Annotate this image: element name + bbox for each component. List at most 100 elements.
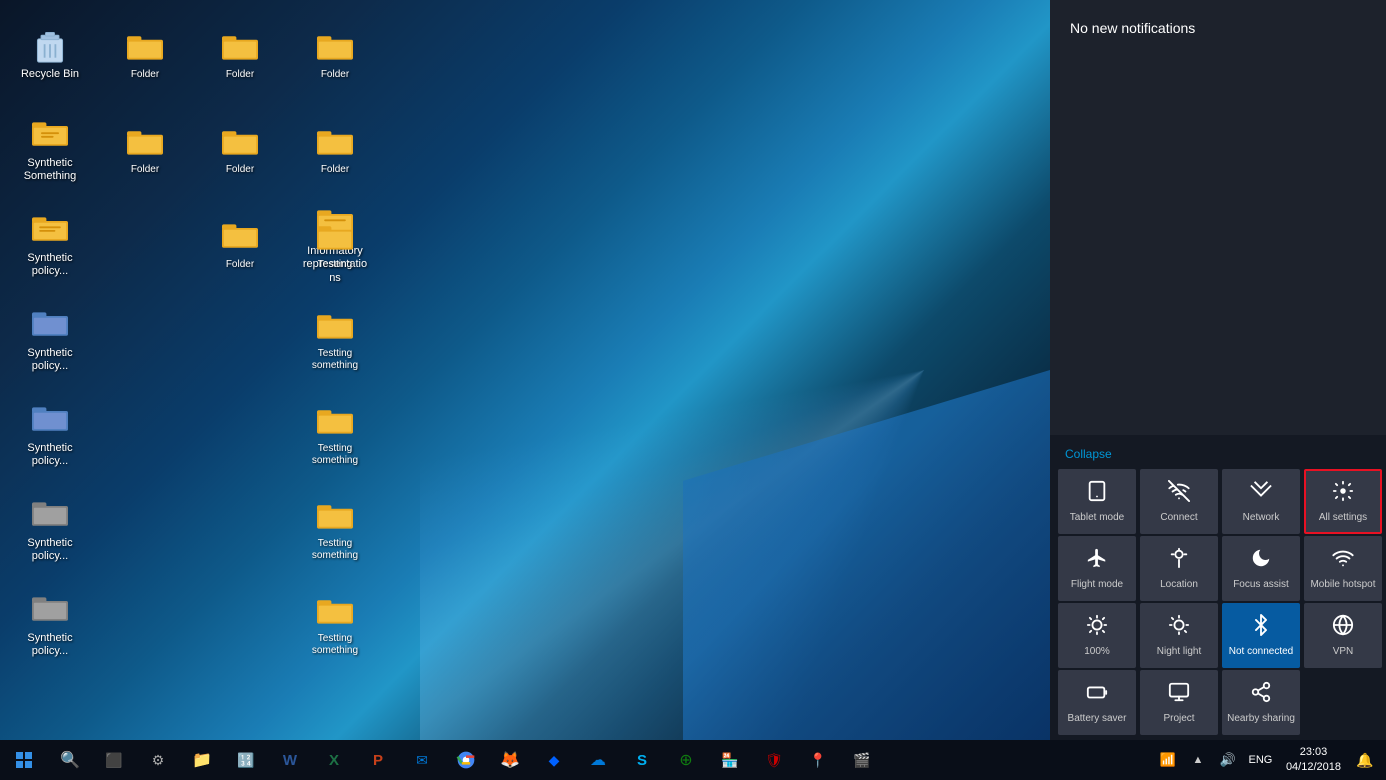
ac-tile-focus-assist[interactable]: Focus assist	[1222, 536, 1300, 601]
folder-label-10: Testting something	[300, 633, 370, 657]
ac-tile-brightness[interactable]: 100%	[1058, 603, 1136, 668]
taskbar-task-view-button[interactable]: ⬛	[92, 740, 136, 780]
ac-tile-connect-label: Connect	[1160, 512, 1197, 524]
folder-doc-label-1: Synthetic Something	[15, 157, 85, 183]
tray-network-icon[interactable]: 📶	[1153, 740, 1183, 780]
taskbar-firefox-button[interactable]: 🦊	[488, 740, 532, 780]
ac-tile-project[interactable]: Project	[1140, 670, 1218, 735]
ac-tile-bluetooth[interactable]: Not connected	[1222, 603, 1300, 668]
folder-label-4: Folder	[131, 164, 159, 176]
folder-doc-label-8: Synthetic policy...	[15, 632, 85, 658]
taskbar-maps-button[interactable]: 📍	[796, 740, 840, 780]
folder-icon-1[interactable]: Folder	[105, 10, 185, 100]
taskbar-word-button[interactable]: W	[268, 740, 312, 780]
folder-icon-9[interactable]: Testting something	[295, 485, 375, 575]
folder-label-6: Folder	[321, 164, 349, 176]
ac-tile-flight-mode[interactable]: Flight mode	[1058, 536, 1136, 601]
ac-tile-night-light[interactable]: Night light	[1140, 603, 1218, 668]
folder-doc-icon-1[interactable]: Synthetic Something	[10, 105, 90, 195]
taskbar-system-tray: 📶 ▲ 🔊 ENG 23:03 04/12/2018 🔔	[1153, 740, 1386, 780]
ac-tile-project-label: Project	[1163, 713, 1194, 725]
ac-tile-all-settings[interactable]: All settings	[1304, 469, 1382, 534]
ac-tile-mobile-hotspot[interactable]: Mobile hotspot	[1304, 536, 1382, 601]
tray-expand-icon[interactable]: ▲	[1183, 740, 1213, 780]
ac-tile-empty	[1304, 670, 1382, 735]
folder-icon-3[interactable]: Folder	[295, 10, 375, 100]
folder-icon-7[interactable]: Testting something	[295, 295, 375, 385]
taskbar-onedrive-button[interactable]: ☁	[576, 740, 620, 780]
folder-doc-label-2: Synthetic policy...	[15, 252, 85, 278]
folder-icon-2[interactable]: Folder	[200, 10, 280, 100]
folder-icon-4[interactable]: Folder	[105, 105, 185, 195]
chrome-icon	[456, 750, 476, 770]
desktop-icons-container: Recycle Bin Folder Folder Folder	[0, 0, 500, 740]
focus-assist-icon	[1250, 547, 1272, 575]
folder-label-5: Folder	[226, 164, 254, 176]
ac-tile-network[interactable]: Network	[1222, 469, 1300, 534]
taskbar-skype-button[interactable]: S	[620, 740, 664, 780]
project-icon	[1168, 681, 1190, 709]
taskbar-notification-icon[interactable]: 🔔	[1349, 740, 1381, 780]
taskbar-media-button[interactable]: 🎬	[840, 740, 884, 780]
ac-tile-network-label: Network	[1243, 512, 1280, 524]
taskbar-explorer-button[interactable]: 📁	[180, 740, 224, 780]
folder-icon-5[interactable]: Folder	[200, 105, 280, 195]
taskbar-xbox-button[interactable]: ⊕	[664, 740, 708, 780]
ac-notifications-area: No new notifications	[1050, 0, 1386, 435]
ac-tile-mobile-hotspot-label: Mobile hotspot	[1310, 579, 1375, 591]
brightness-icon	[1086, 614, 1108, 642]
taskbar-powerpoint-button[interactable]: P	[356, 740, 400, 780]
taskbar-calculator-button[interactable]: 🔢	[224, 740, 268, 780]
folder-doc-icon-2[interactable]: Synthetic policy...	[10, 200, 90, 290]
tablet-mode-icon	[1086, 480, 1108, 508]
ac-tile-location-label: Location	[1160, 579, 1198, 591]
ac-tile-battery-saver-label: Battery saver	[1068, 713, 1127, 725]
recycle-bin-icon[interactable]: Recycle Bin	[10, 10, 90, 100]
vpn-icon	[1332, 614, 1354, 642]
ac-tile-connect[interactable]: Connect	[1140, 469, 1218, 534]
taskbar-excel-button[interactable]: X	[312, 740, 356, 780]
folder-icon-10[interactable]: Testting something	[295, 580, 375, 670]
battery-saver-icon	[1086, 681, 1108, 709]
taskbar-clock[interactable]: 23:03 04/12/2018	[1278, 740, 1349, 780]
connect-icon	[1168, 480, 1190, 508]
folder-icon-6[interactable]: Folder	[295, 105, 375, 195]
ac-collapse-button[interactable]: Collapse	[1050, 443, 1386, 469]
ac-tile-location[interactable]: Location	[1140, 536, 1218, 601]
taskbar-dropbox-button[interactable]: ◆	[532, 740, 576, 780]
taskbar-chrome-button[interactable]	[444, 740, 488, 780]
ac-no-notifications-text: No new notifications	[1070, 20, 1366, 36]
location-icon	[1168, 547, 1190, 575]
taskbar-search-button[interactable]: 🔍	[48, 740, 92, 780]
taskbar-store-button[interactable]: 🏪	[708, 740, 752, 780]
folder-label-2: Folder	[226, 69, 254, 81]
folder-doc-label-6: Synthetic policy...	[15, 442, 85, 468]
mobile-hotspot-icon	[1332, 547, 1354, 575]
taskbar-antivirus-button[interactable]: 🛡	[752, 740, 796, 780]
folder-doc-icon-6[interactable]: Synthetic policy...	[10, 390, 90, 480]
ac-tile-tablet-mode[interactable]: Tablet mode	[1058, 469, 1136, 534]
taskbar-mail-button[interactable]: ✉	[400, 740, 444, 780]
ac-tile-nearby-sharing[interactable]: Nearby sharing	[1222, 670, 1300, 735]
folder-doc-icon-5[interactable]: Synthetic policy...	[10, 295, 90, 385]
taskbar-time: 23:03	[1300, 745, 1328, 760]
ac-tile-bluetooth-label: Not connected	[1229, 646, 1294, 658]
tray-language-label[interactable]: ENG	[1243, 740, 1278, 780]
taskbar-settings-button[interactable]: ⚙	[136, 740, 180, 780]
folder-label-8: Testting something	[300, 443, 370, 467]
folder-doc-icon-8[interactable]: Synthetic policy...	[10, 580, 90, 670]
flight-mode-icon	[1086, 547, 1108, 575]
folder-icon-8[interactable]: Testting something	[295, 390, 375, 480]
ac-tile-focus-assist-label: Focus assist	[1233, 579, 1289, 591]
ac-tile-battery-saver[interactable]: Battery saver	[1058, 670, 1136, 735]
ac-tile-brightness-label: 100%	[1084, 646, 1110, 658]
start-button[interactable]	[0, 740, 48, 780]
folder-doc-icon-3[interactable]: Folder	[200, 200, 280, 290]
tray-volume-icon[interactable]: 🔊	[1213, 740, 1243, 780]
nearby-sharing-icon	[1250, 681, 1272, 709]
ac-tile-vpn[interactable]: VPN	[1304, 603, 1382, 668]
folder-label-7: Testting something	[300, 348, 370, 372]
ac-tile-all-settings-label: All settings	[1319, 512, 1367, 524]
ac-tile-nearby-sharing-label: Nearby sharing	[1227, 713, 1295, 725]
folder-doc-icon-7[interactable]: Synthetic policy...	[10, 485, 90, 575]
